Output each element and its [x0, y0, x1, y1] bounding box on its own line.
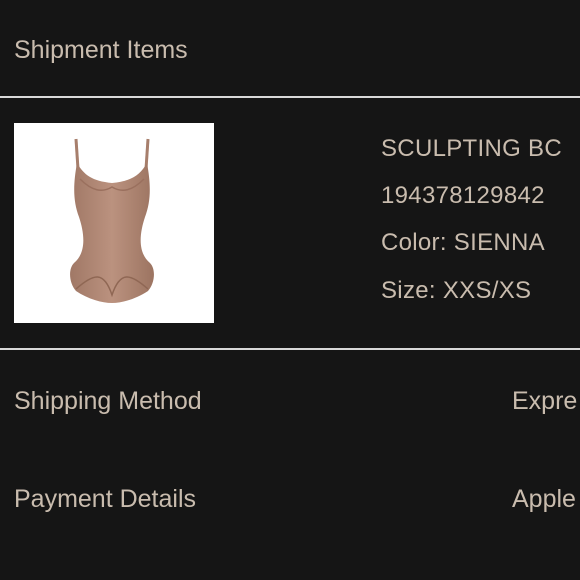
product-size: Size: XXS/XS [381, 277, 532, 304]
product-name: SCULPTING BC [381, 135, 562, 162]
shipment-items-title: Shipment Items [14, 36, 188, 64]
product-sku: 194378129842 [381, 182, 545, 209]
payment-details-value: Apple [512, 485, 576, 513]
shipping-method-value: Expre [512, 387, 578, 415]
payment-details-label: Payment Details [14, 485, 197, 513]
product-image[interactable] [14, 123, 214, 323]
product-color: Color: SIENNA [381, 229, 545, 256]
bodysuit-image [70, 138, 154, 303]
shipping-method-label: Shipping Method [14, 387, 202, 415]
section-divider [0, 96, 580, 98]
section-divider [0, 348, 580, 350]
